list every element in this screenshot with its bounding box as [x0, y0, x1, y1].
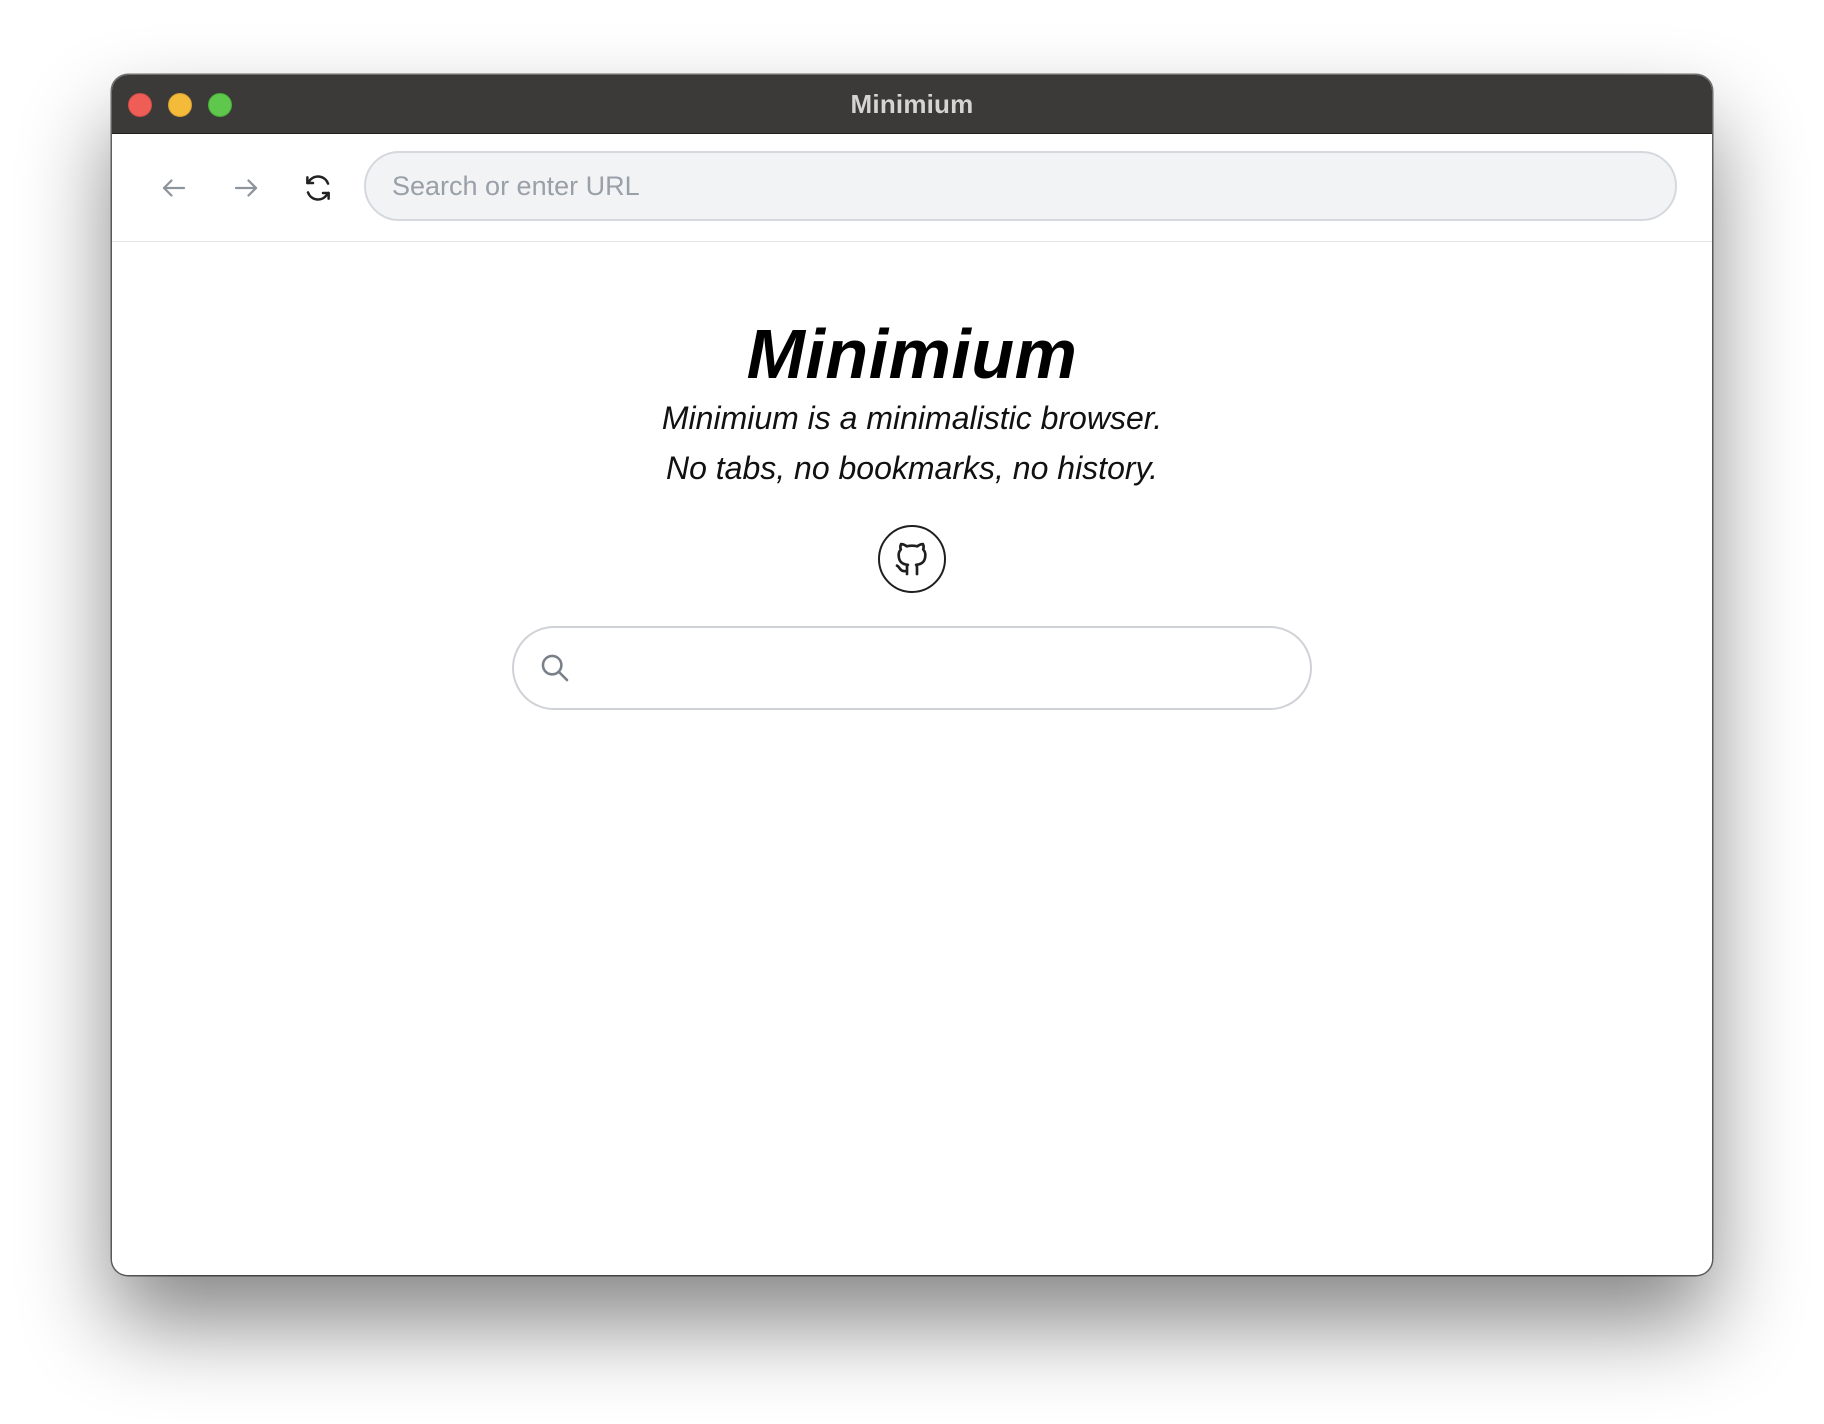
tagline-line-1: Minimium is a minimalistic browser.	[661, 400, 1163, 436]
reload-button[interactable]	[295, 165, 341, 211]
arrow-left-icon	[162, 179, 186, 197]
search-icon	[541, 654, 569, 682]
github-icon	[895, 542, 927, 576]
page-content: Minimium Minimium is a minimalistic brow…	[112, 242, 1712, 1275]
forward-button[interactable]	[223, 165, 269, 211]
toolbar	[112, 134, 1712, 242]
window-title: Minimium	[850, 89, 974, 119]
tagline-line-2: No tabs, no bookmarks, no history.	[665, 450, 1159, 486]
arrow-right-icon	[234, 179, 258, 197]
home-search-box[interactable]	[512, 626, 1312, 710]
url-bar[interactable]	[364, 151, 1677, 221]
refresh-icon	[306, 175, 330, 201]
back-button[interactable]	[151, 165, 197, 211]
github-link[interactable]	[878, 525, 946, 593]
url-input[interactable]	[390, 169, 1675, 203]
title-bar[interactable]: Minimium	[112, 75, 1712, 134]
home-search-input[interactable]	[590, 651, 1310, 685]
desktop: Minimium Search or enter URL Minimium Mi…	[0, 0, 1824, 1424]
page-title: Minimium	[746, 315, 1078, 393]
browser-window: Minimium Search or enter URL Minimium Mi…	[112, 75, 1712, 1275]
